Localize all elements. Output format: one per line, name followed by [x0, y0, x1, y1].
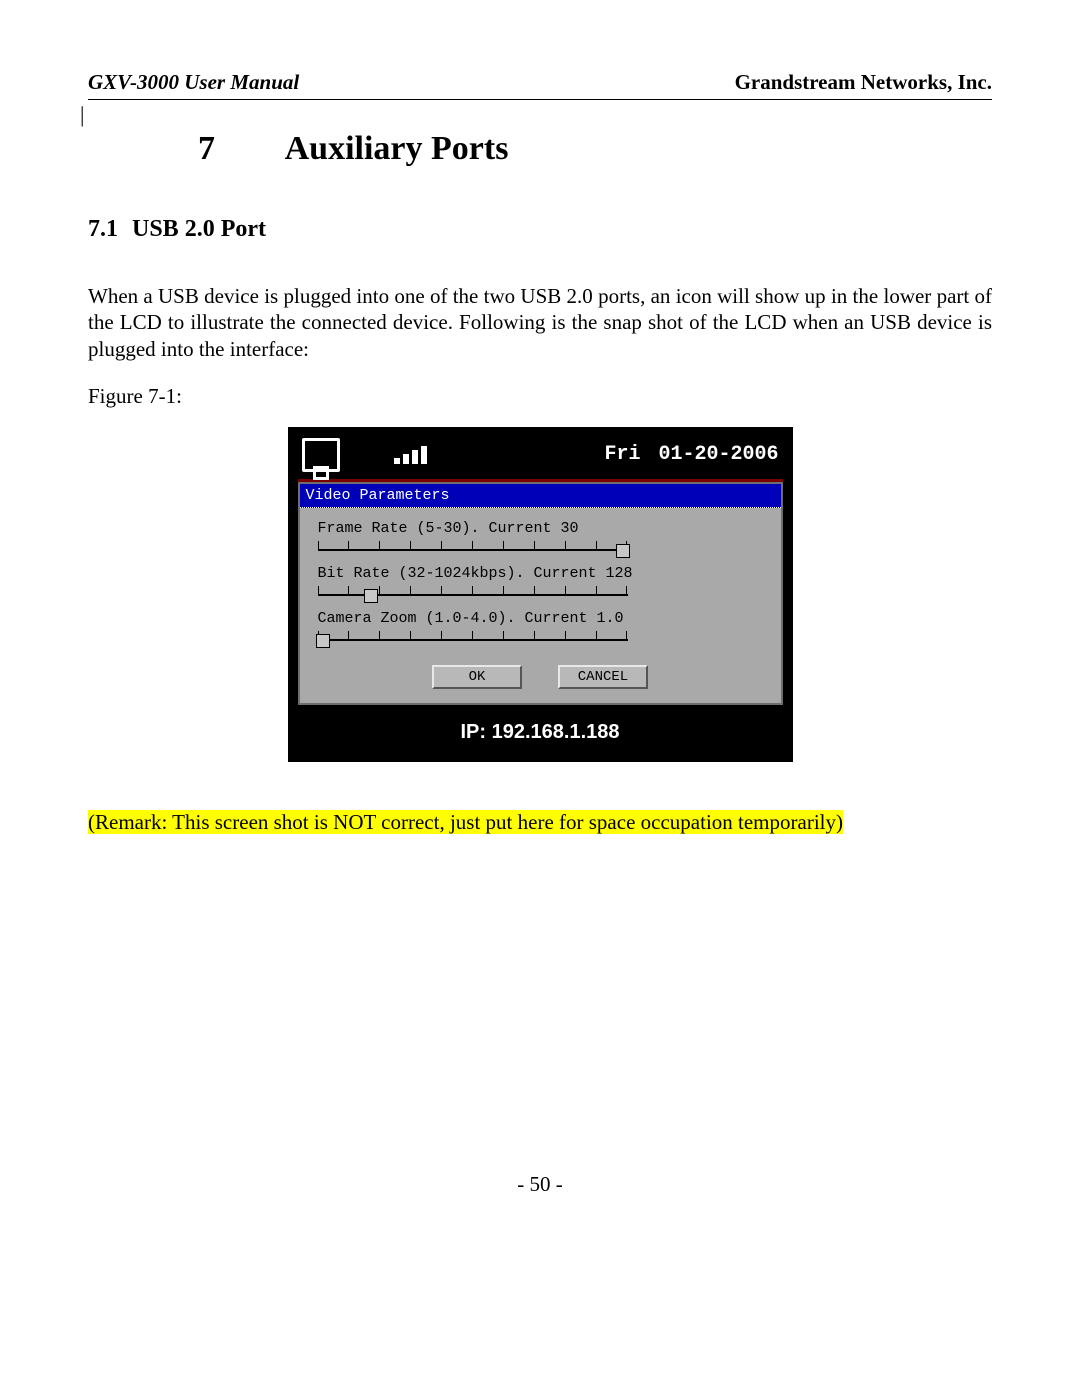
panel-title: Video Parameters — [300, 484, 781, 508]
remark-text: (Remark: This screen shot is NOT correct… — [88, 810, 992, 835]
text-cursor-mark: | — [80, 102, 84, 128]
ip-address: IP: 192.168.1.188 — [298, 721, 783, 744]
signal-icon — [394, 446, 427, 464]
ok-button[interactable]: OK — [432, 665, 522, 689]
section-title: USB 2.0 Port — [132, 216, 266, 242]
chapter-title: Auxiliary Ports — [285, 130, 509, 167]
page-header: GXV-3000 User Manual Grandstream Network… — [88, 70, 992, 100]
chapter-heading: 7 Auxiliary Ports — [198, 130, 992, 168]
usb-icon — [302, 438, 340, 472]
frame-rate-slider[interactable] — [318, 541, 763, 559]
zoom-slider[interactable] — [318, 631, 763, 649]
video-parameters-panel: Video Parameters Frame Rate (5-30). Curr… — [298, 482, 783, 705]
page-number: - 50 - — [0, 1172, 1080, 1197]
frame-rate-label: Frame Rate (5-30). Current 30 — [318, 520, 763, 537]
lcd-screenshot: Fri 01-20-2006 Video Parameters Frame Ra… — [88, 427, 992, 762]
section-number: 7.1 — [88, 216, 126, 243]
zoom-label: Camera Zoom (1.0-4.0). Current 1.0 — [318, 610, 763, 627]
body-paragraph: When a USB device is plugged into one of… — [88, 283, 992, 362]
bit-rate-label: Bit Rate (32-1024kbps). Current 128 — [318, 565, 763, 582]
header-left: GXV-3000 User Manual — [88, 70, 299, 95]
lcd-status-bar: Fri 01-20-2006 — [298, 437, 783, 479]
cancel-button[interactable]: CANCEL — [558, 665, 648, 689]
section-heading: 7.1 USB 2.0 Port — [88, 216, 992, 243]
day-label: Fri — [604, 443, 640, 466]
chapter-number: 7 — [198, 130, 278, 168]
bit-rate-slider[interactable] — [318, 586, 763, 604]
figure-label: Figure 7-1: — [88, 384, 992, 409]
date-label: 01-20-2006 — [658, 443, 778, 466]
header-right: Grandstream Networks, Inc. — [735, 70, 992, 95]
